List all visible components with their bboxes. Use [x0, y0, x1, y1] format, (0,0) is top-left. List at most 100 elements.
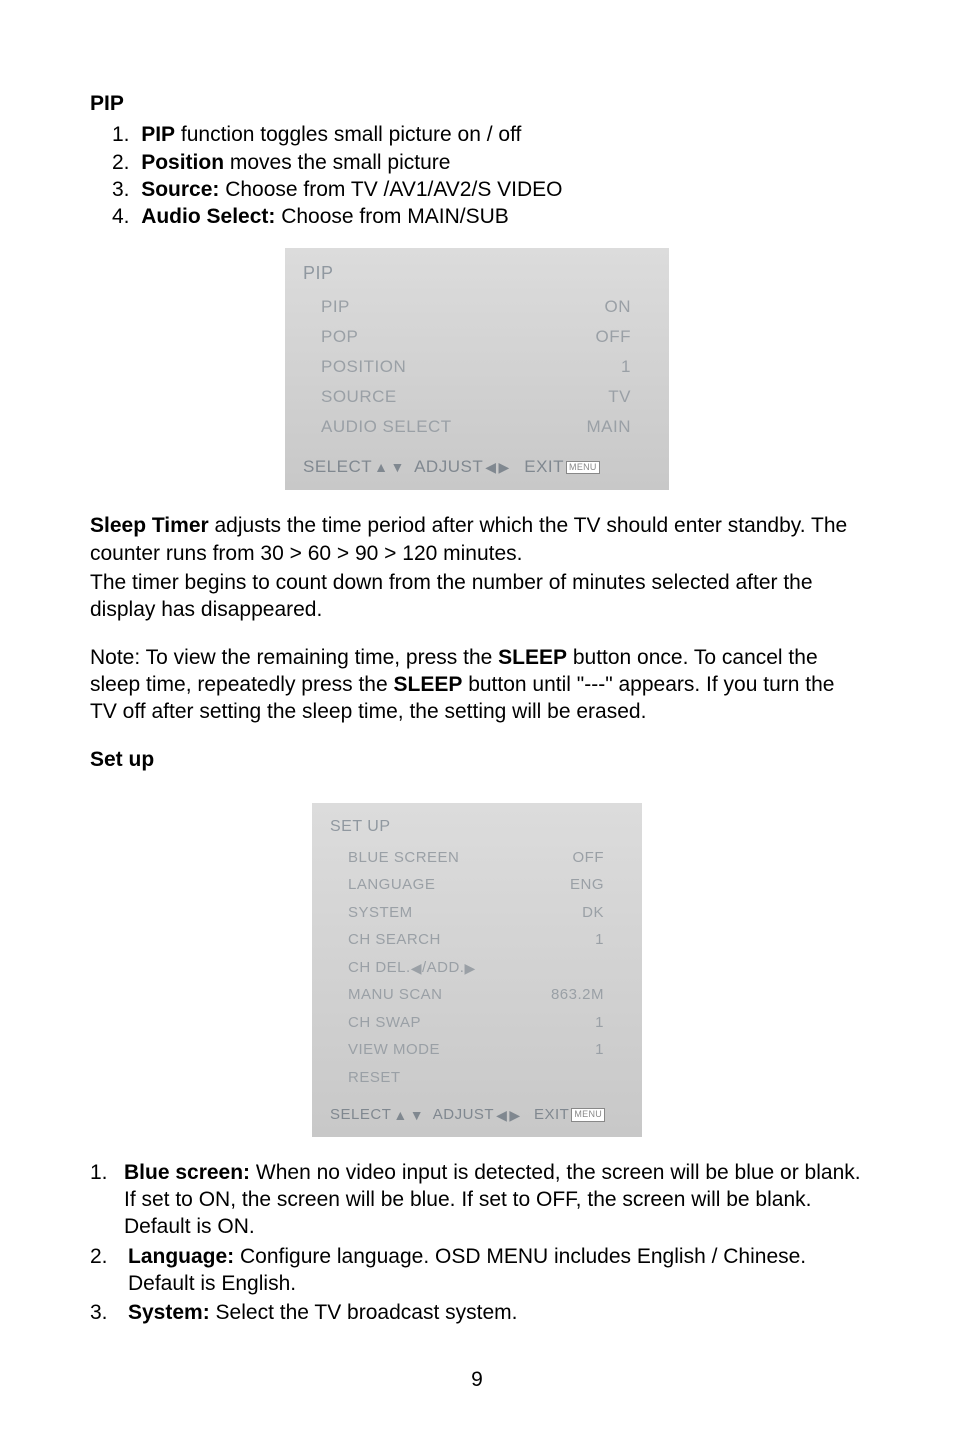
list-num: 2.: [112, 151, 130, 174]
triangle-up-icon: ▲: [393, 1106, 407, 1124]
list-tail: moves the small picture: [224, 151, 450, 174]
note-bold: SLEEP: [498, 646, 567, 669]
list-bold: Audio Select:: [141, 205, 275, 228]
osd-row: CH SWAP 1: [330, 1009, 624, 1037]
osd-label: AUDIO SELECT: [303, 416, 452, 438]
osd-label: SYSTEM: [330, 903, 413, 923]
osd-label: CH SEARCH: [330, 930, 441, 950]
list-tail: function toggles small picture on / off: [175, 123, 521, 146]
list-content: Language: Configure language. OSD MENU i…: [128, 1243, 864, 1298]
triangle-up-icon: ▲: [374, 458, 388, 476]
osd-pip-menu: PIP PIP ON POP OFF POSITION 1 SOURCE TV AUDI…: [285, 248, 669, 490]
sleep-note: Note: To view the remaining time, press …: [90, 644, 864, 726]
pip-list: 1. PIP function toggles small picture on…: [96, 121, 864, 230]
menu-badge: MENU: [566, 461, 600, 475]
list-bold: System:: [128, 1301, 210, 1324]
footer-exit: EXIT: [534, 1105, 569, 1125]
list-item: 3. System: Select the TV broadcast syste…: [90, 1299, 864, 1326]
triangle-left-icon: ◀: [411, 959, 422, 977]
triangle-left-icon: ◀: [485, 458, 496, 476]
osd-row: SOURCE TV: [303, 382, 651, 412]
list-bold: Language:: [128, 1245, 234, 1268]
chdel-text: CH DEL.: [348, 959, 411, 976]
list-tail: Choose from MAIN/SUB: [275, 205, 508, 228]
osd-title: SET UP: [330, 817, 624, 838]
triangle-right-icon: ▶: [464, 959, 475, 977]
osd-value: 1: [595, 1040, 624, 1060]
osd-value: 1: [595, 1013, 624, 1033]
list-tail: Choose from TV /AV1/AV2/S VIDEO: [219, 178, 562, 201]
osd-label: RESET: [330, 1068, 401, 1088]
list-num: 1.: [112, 123, 130, 146]
osd-setup-menu: SET UP BLUE SCREEN OFF LANGUAGE ENG SYSTEM…: [312, 803, 642, 1137]
osd-label: PIP: [303, 296, 350, 318]
list-bold: PIP: [141, 123, 175, 146]
osd-row: PIP ON: [303, 292, 651, 322]
osd-row: MANU SCAN863.2M: [330, 981, 624, 1009]
osd-row: CH SEARCH 1: [330, 926, 624, 954]
list-num: 3.: [112, 178, 130, 201]
osd-label: LANGUAGE: [330, 875, 435, 895]
osd-row-chdel: CH DEL.◀/ADD.▶: [330, 954, 624, 982]
setup-heading: Set up: [90, 746, 864, 773]
osd-value: 1: [595, 930, 624, 950]
osd-value: ENG: [570, 875, 624, 895]
osd-footer: SELECT▲▼ ADJUST◀▶ EXITMENU: [303, 456, 651, 478]
osd-title: PIP: [303, 262, 651, 285]
osd-label: POSITION: [303, 356, 406, 378]
osd-label: SOURCE: [303, 386, 397, 408]
list-item: 1. Blue screen: When no video input is d…: [90, 1159, 864, 1241]
osd-row: AUDIO SELECT MAIN: [303, 412, 651, 442]
osd-footer: SELECT▲▼ ADJUST◀▶ EXITMENU: [330, 1105, 624, 1125]
osd-label: MANU SCAN: [330, 985, 443, 1005]
osd-row: LANGUAGE ENG: [330, 871, 624, 899]
osd-value: TV: [608, 386, 651, 408]
list-content: System: Select the TV broadcast system.: [128, 1299, 864, 1326]
list-bold: Blue screen:: [124, 1161, 250, 1184]
sleep-paragraph-2: The timer begins to count down from the …: [90, 569, 864, 624]
osd-row: SYSTEM DK: [330, 899, 624, 927]
osd-row: VIEW MODE 1: [330, 1036, 624, 1064]
chadd-text: /ADD.: [422, 959, 465, 976]
list-num: 1.: [90, 1159, 124, 1241]
sleep-paragraph-1: Sleep Timer adjusts the time period afte…: [90, 512, 864, 567]
setup-desc-list: 1. Blue screen: When no video input is d…: [90, 1159, 864, 1327]
menu-badge: MENU: [571, 1108, 605, 1122]
triangle-down-icon: ▼: [391, 458, 405, 476]
list-content: Blue screen: When no video input is dete…: [124, 1159, 864, 1241]
list-item: 3. Source: Choose from TV /AV1/AV2/S VID…: [96, 176, 864, 203]
osd-value: DK: [582, 903, 624, 923]
osd-row: POSITION 1: [303, 352, 651, 382]
list-num: 3.: [90, 1299, 128, 1326]
osd-label: POP: [303, 326, 358, 348]
triangle-down-icon: ▼: [410, 1106, 424, 1124]
page-number: 9: [90, 1366, 864, 1393]
triangle-right-icon: ▶: [499, 458, 510, 476]
list-num: 4.: [112, 205, 130, 228]
note-text: Note: To view the remaining time, press …: [90, 646, 498, 669]
osd-value: MAIN: [587, 416, 652, 438]
footer-select: SELECT: [303, 456, 372, 478]
osd-value: 1: [621, 356, 651, 378]
footer-select: SELECT: [330, 1105, 391, 1125]
osd-label: BLUE SCREEN: [330, 848, 459, 868]
sleep-timer-label: Sleep Timer: [90, 514, 209, 537]
note-bold: SLEEP: [394, 673, 463, 696]
osd-row: RESET: [330, 1064, 624, 1092]
footer-adjust: ADJUST: [433, 1105, 494, 1125]
osd-row: BLUE SCREEN OFF: [330, 844, 624, 872]
pip-heading: PIP: [90, 90, 864, 117]
list-tail: Select the TV broadcast system.: [210, 1301, 518, 1324]
osd-value: ON: [605, 296, 652, 318]
list-num: 2.: [90, 1243, 128, 1298]
osd-value: OFF: [573, 848, 625, 868]
osd-value: OFF: [596, 326, 652, 348]
list-item: 1. PIP function toggles small picture on…: [96, 121, 864, 148]
list-bold: Source:: [141, 178, 219, 201]
triangle-right-icon: ▶: [509, 1106, 520, 1124]
list-item: 2. Position moves the small picture: [96, 149, 864, 176]
osd-label: CH SWAP: [330, 1013, 421, 1033]
osd-label: CH DEL.◀/ADD.▶: [330, 958, 476, 978]
list-bold: Position: [141, 151, 224, 174]
osd-label: VIEW MODE: [330, 1040, 440, 1060]
